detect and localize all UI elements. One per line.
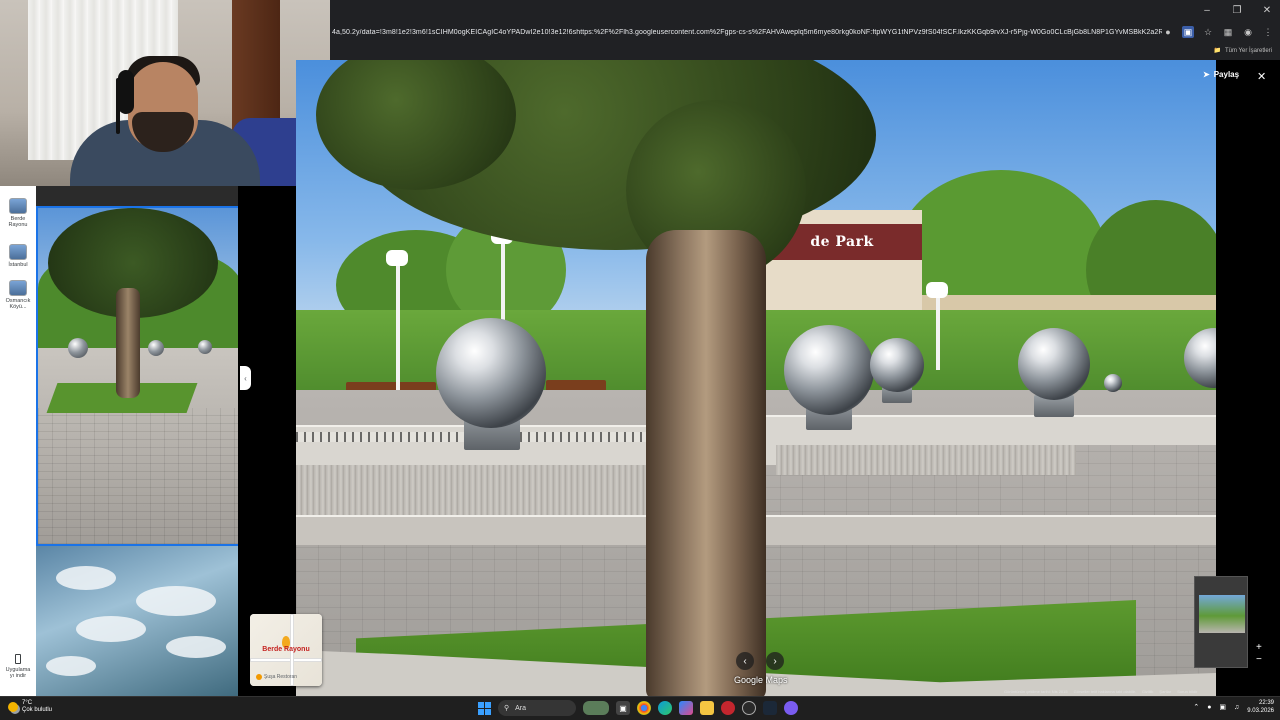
search-label: Ara	[515, 704, 527, 712]
copyright-text: Görseller telif haklarına tabi olabilir.	[1073, 689, 1136, 694]
report-link[interactable]: Sorun bildir	[1177, 689, 1197, 696]
mic-icon[interactable]: ●	[1207, 704, 1211, 711]
clock-time: 22:39	[1258, 700, 1274, 706]
photo-thumbnails	[36, 186, 240, 696]
recent-place-berde[interactable]: Berde Rayonu	[0, 198, 36, 228]
weather-widget[interactable]: 7°C Çok bulutlu	[8, 700, 52, 714]
obs-icon[interactable]	[742, 701, 756, 715]
menu-icon[interactable]: ⋮	[1262, 26, 1274, 38]
recent-place-label: Rayonu	[8, 222, 28, 228]
zoom-out-button[interactable]: −	[1256, 654, 1262, 666]
previous-photo-button[interactable]: ‹	[736, 652, 754, 670]
map-place-label: Berde Rayonu	[262, 646, 310, 653]
close-icon[interactable]: ✕	[1257, 70, 1266, 83]
zoom-in-button[interactable]: +	[1256, 642, 1262, 654]
volume-icon[interactable]: ♫	[1234, 704, 1239, 711]
download-app-label: yı indir	[9, 673, 27, 679]
network-icon[interactable]: ▣	[1219, 703, 1226, 711]
folder-icon: 📁	[1213, 48, 1221, 54]
weather-desc: Çok bulutlu	[22, 707, 53, 713]
widgets-icon[interactable]	[583, 701, 609, 715]
edge-icon[interactable]	[658, 701, 672, 715]
chevron-left-icon: ‹	[743, 655, 747, 667]
star-icon[interactable]: ☆	[1202, 26, 1214, 38]
recent-place-osmancik[interactable]: Osmancık Köyü...	[0, 280, 36, 310]
app-icon[interactable]	[784, 701, 798, 715]
photo-icon	[9, 244, 27, 260]
store-icon[interactable]	[679, 701, 693, 715]
terms-link[interactable]: Şartlar	[1159, 689, 1171, 696]
cast-icon[interactable]: ▣	[1182, 26, 1194, 38]
weather-temp: 7°C	[22, 700, 33, 706]
file-explorer-icon[interactable]	[700, 701, 714, 715]
start-icon[interactable]	[478, 701, 491, 715]
photo-thumbnail[interactable]	[36, 546, 240, 696]
recent-place-label: Köyü...	[9, 304, 27, 310]
search-icon: ⚲	[504, 705, 510, 712]
opera-icon[interactable]	[721, 701, 735, 715]
location-icon[interactable]: ●	[1162, 26, 1174, 38]
maximize-button[interactable]: ❐	[1230, 5, 1244, 16]
profile-avatar-icon[interactable]: ◉	[1242, 26, 1254, 38]
window-controls: – ❐ ✕	[330, 0, 1280, 20]
all-bookmarks-link[interactable]: Tüm Yer İşaretleri	[1225, 48, 1272, 54]
download-app-button[interactable]: Uygulama yı indir	[0, 654, 36, 679]
browser-chrome: – ❐ ✕ 4a,50.2y/data=!3m8!1e2!3m6!1sCIHM0…	[330, 0, 1280, 60]
street-view-panorama[interactable]: de Park ‹ › Google Maps	[296, 60, 1216, 696]
google-maps-logo: Google Maps	[734, 675, 788, 685]
taskbar: 7°C Çok bulutlu ⚲ Ara ▣ ⌃ ● ▣ ♫ 22:39 9.…	[0, 696, 1280, 720]
share-button[interactable]: ➤ Paylaş	[1203, 70, 1239, 79]
map-poi: Şuşa Restoran	[256, 674, 297, 680]
taskbar-search[interactable]: ⚲ Ara	[498, 700, 576, 716]
phone-icon	[15, 654, 21, 664]
map-footer: Görüntünün çekilme tarihi: Nis 2015 Görs…	[1004, 689, 1274, 696]
capture-date-text: Görüntünün çekilme tarihi: Nis 2015	[1004, 689, 1068, 694]
chevron-right-icon: ›	[773, 655, 777, 667]
extensions-icon[interactable]: ▦	[1222, 26, 1234, 38]
map-poi-label: Şuşa Restoran	[264, 674, 298, 680]
photo-thumbnail-selected[interactable]	[36, 206, 240, 546]
system-tray: ⌃ ● ▣ ♫ 22:39 9.03.2026	[1193, 699, 1274, 715]
url-icons: ● ▣ ☆ ▦ ◉ ⋮	[1162, 26, 1280, 38]
url-text[interactable]: 4a,50.2y/data=!3m8!1e2!3m6!1sCIHM0ogKEIC…	[330, 29, 1162, 36]
mini-map-card[interactable]: Berde Rayonu Şuşa Restoran	[250, 614, 322, 686]
collapse-panel-button[interactable]: ‹	[240, 366, 251, 390]
taskbar-apps: ⚲ Ara ▣	[478, 700, 798, 716]
bookmarks-bar: 📁 Tüm Yer İşaretleri	[330, 43, 1280, 58]
steam-icon[interactable]	[763, 701, 777, 715]
privacy-link[interactable]: Gizlilik	[1142, 689, 1154, 696]
weather-icon	[8, 702, 18, 712]
photo-icon	[9, 198, 27, 214]
minimize-button[interactable]: –	[1200, 5, 1214, 16]
photo-preview-minimap[interactable]	[1194, 576, 1248, 668]
share-label: Paylaş	[1213, 70, 1240, 79]
photo-icon	[9, 280, 27, 296]
task-view-icon[interactable]: ▣	[616, 701, 630, 715]
clock-date: 9.03.2026	[1247, 708, 1274, 714]
share-icon: ➤	[1203, 70, 1210, 79]
clock[interactable]: 22:39 9.03.2026	[1247, 699, 1274, 715]
close-window-button[interactable]: ✕	[1260, 5, 1274, 16]
recent-place-istanbul[interactable]: İstanbul	[0, 244, 36, 268]
recent-place-label: İstanbul	[8, 262, 28, 268]
address-bar[interactable]: 4a,50.2y/data=!3m8!1e2!3m6!1sCIHM0ogKEIC…	[330, 22, 1280, 42]
zoom-controls: + −	[1256, 642, 1262, 666]
restaurant-icon	[256, 674, 262, 680]
chevron-left-icon: ‹	[244, 373, 247, 383]
recent-places-panel: Berde Rayonu İstanbul Osmancık Köyü... U…	[0, 186, 36, 696]
chrome-icon[interactable]	[637, 701, 651, 715]
webcam-overlay	[0, 0, 330, 186]
chevron-up-icon[interactable]: ⌃	[1193, 703, 1199, 711]
next-photo-button[interactable]: ›	[766, 652, 784, 670]
screen: – ❐ ✕ 4a,50.2y/data=!3m8!1e2!3m6!1sCIHM0…	[0, 0, 1280, 720]
